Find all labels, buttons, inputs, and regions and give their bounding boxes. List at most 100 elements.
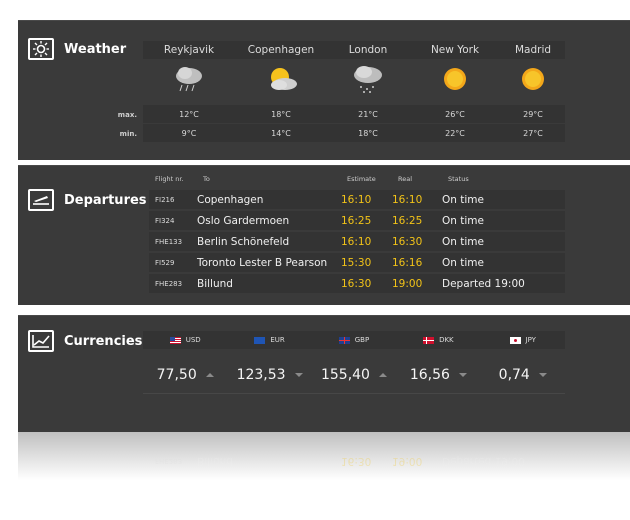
real-time: 16:10: [392, 193, 423, 206]
weather-panel: Weather Reykjavik Copenhagen London New …: [18, 20, 630, 160]
currency-header: USD EUR GBP DKK JPY: [143, 331, 565, 349]
departures-title: Departures: [28, 189, 147, 211]
currency-code: DKK: [439, 336, 454, 344]
weather-icons-row: [143, 61, 565, 97]
table-row[interactable]: FHE133 Berlin Schönefeld 16:10 16:30 On …: [149, 232, 565, 251]
table-row[interactable]: FI324 Oslo Gardermoen 16:25 16:25 On tim…: [149, 211, 565, 230]
currency-value-eur: 123,53: [227, 367, 311, 383]
table-row[interactable]: FI529 Toronto Lester B Pearson 15:30 16:…: [149, 253, 565, 272]
currency-value: 16,56: [409, 367, 450, 383]
sun-icon: [501, 61, 565, 97]
min-temp: 14°C: [271, 128, 291, 138]
destination: Billund: [197, 455, 233, 468]
real-time: 19:00: [392, 277, 423, 290]
plane-takeoff-icon: [28, 189, 54, 211]
min-temperature-row: 9°C 14°C 18°C 22°C 27°C: [143, 124, 565, 142]
jp-flag-icon: [509, 336, 521, 344]
us-flag-icon: [169, 336, 181, 344]
real-time: 19:00: [392, 455, 423, 468]
min-temp: 18°C: [358, 128, 378, 138]
estimate-time: 16:10: [341, 193, 372, 206]
eu-flag-icon: [254, 336, 266, 344]
min-temp: 22°C: [445, 128, 465, 138]
table-row[interactable]: FI216 Copenhagen 16:10 16:10 On time: [149, 190, 565, 209]
flight-status: On time: [442, 256, 484, 269]
currency-value-usd: 77,50: [143, 367, 227, 383]
currency-usd: USD: [143, 336, 227, 344]
currency-value: 123,53: [236, 367, 286, 383]
reflected-row: FHE283 Billund 16:30 19:00 Departed 19:0…: [149, 452, 565, 471]
divider: [143, 393, 565, 394]
dk-flag-icon: [423, 336, 435, 344]
departures-title-label: Departures: [64, 192, 147, 208]
flight-status: Departed 19:00: [442, 277, 525, 290]
header-to: To: [203, 175, 210, 183]
header-status: Status: [448, 175, 469, 183]
trend-down-icon: [538, 373, 547, 377]
estimate-time: 15:30: [341, 256, 372, 269]
weather-title-label: Weather: [64, 41, 127, 57]
flight-status: On time: [442, 235, 484, 248]
currency-eur: EUR: [227, 336, 311, 344]
min-temp: 9°C: [181, 128, 197, 138]
max-temp: 26°C: [445, 109, 465, 119]
currency-dkk: DKK: [396, 336, 480, 344]
city-madrid: Madrid: [514, 44, 552, 56]
min-label: min.: [119, 130, 137, 138]
header-real: Real: [398, 175, 413, 183]
real-time: 16:30: [392, 235, 423, 248]
max-label: max.: [117, 111, 137, 119]
reflection: FHE283 Billund 16:30 19:00 Departed 19:0…: [18, 432, 630, 480]
currency-code: GBP: [354, 336, 370, 344]
sun-cloud-icon: [235, 61, 327, 97]
currency-value-dkk: 16,56: [396, 367, 480, 383]
real-time: 16:25: [392, 214, 423, 227]
flight-status: On time: [442, 193, 484, 206]
trend-down-icon: [294, 373, 303, 377]
destination: Oslo Gardermoen: [197, 214, 290, 227]
currency-code: JPY: [525, 336, 536, 344]
flight-number: FI324: [155, 216, 175, 225]
max-temperature-row: 12°C 18°C 21°C 26°C 29°C: [143, 105, 565, 123]
max-temp: 29°C: [523, 109, 543, 119]
storm-cloud-icon: [327, 61, 409, 97]
flight-number: FHE283: [155, 457, 183, 466]
currency-jpy: JPY: [481, 336, 565, 344]
header-estimate: Estimate: [347, 175, 376, 183]
sun-icon: [409, 61, 501, 97]
currency-value: 77,50: [156, 367, 197, 383]
flight-number: FI529: [155, 258, 175, 267]
table-row[interactable]: FHE283 Billund 16:30 19:00 Departed 19:0…: [149, 274, 565, 293]
city-london: London: [348, 44, 388, 56]
max-temp: 12°C: [179, 109, 199, 119]
real-time: 16:16: [392, 256, 423, 269]
currency-code: USD: [185, 336, 201, 344]
currency-code: EUR: [270, 336, 285, 344]
currency-value: 0,74: [498, 367, 530, 383]
destination: Billund: [197, 277, 233, 290]
weather-icon: [28, 38, 54, 60]
destination: Berlin Schönefeld: [197, 235, 290, 248]
destination: Toronto Lester B Pearson: [197, 256, 328, 269]
currency-value: 155,40: [320, 367, 370, 383]
max-temp: 21°C: [358, 109, 378, 119]
departures-list: FI216 Copenhagen 16:10 16:10 On time FI3…: [149, 190, 565, 295]
currencies-panel: Currencies USD EUR GBP DKK JPY 77,50 123…: [18, 315, 630, 432]
line-chart-icon: [28, 330, 54, 352]
uk-flag-icon: [338, 336, 350, 344]
currency-value-jpy: 0,74: [481, 367, 565, 383]
currency-values-row: 77,50 123,53 155,40 16,56 0,74: [143, 359, 565, 391]
header-flight: Flight nr.: [155, 175, 184, 183]
estimate-time: 16:30: [341, 277, 372, 290]
currencies-title-label: Currencies: [64, 333, 143, 349]
max-temp: 18°C: [271, 109, 291, 119]
city-reykjavik: Reykjavik: [163, 44, 215, 56]
flight-status: Departed 19:00: [442, 455, 525, 468]
trend-down-icon: [458, 373, 467, 377]
rain-cloud-icon: [143, 61, 235, 97]
flight-number: FHE133: [155, 237, 183, 246]
estimate-time: 16:10: [341, 235, 372, 248]
city-new-york: New York: [430, 44, 480, 56]
weather-title: Weather: [28, 38, 126, 60]
estimate-time: 16:25: [341, 214, 372, 227]
